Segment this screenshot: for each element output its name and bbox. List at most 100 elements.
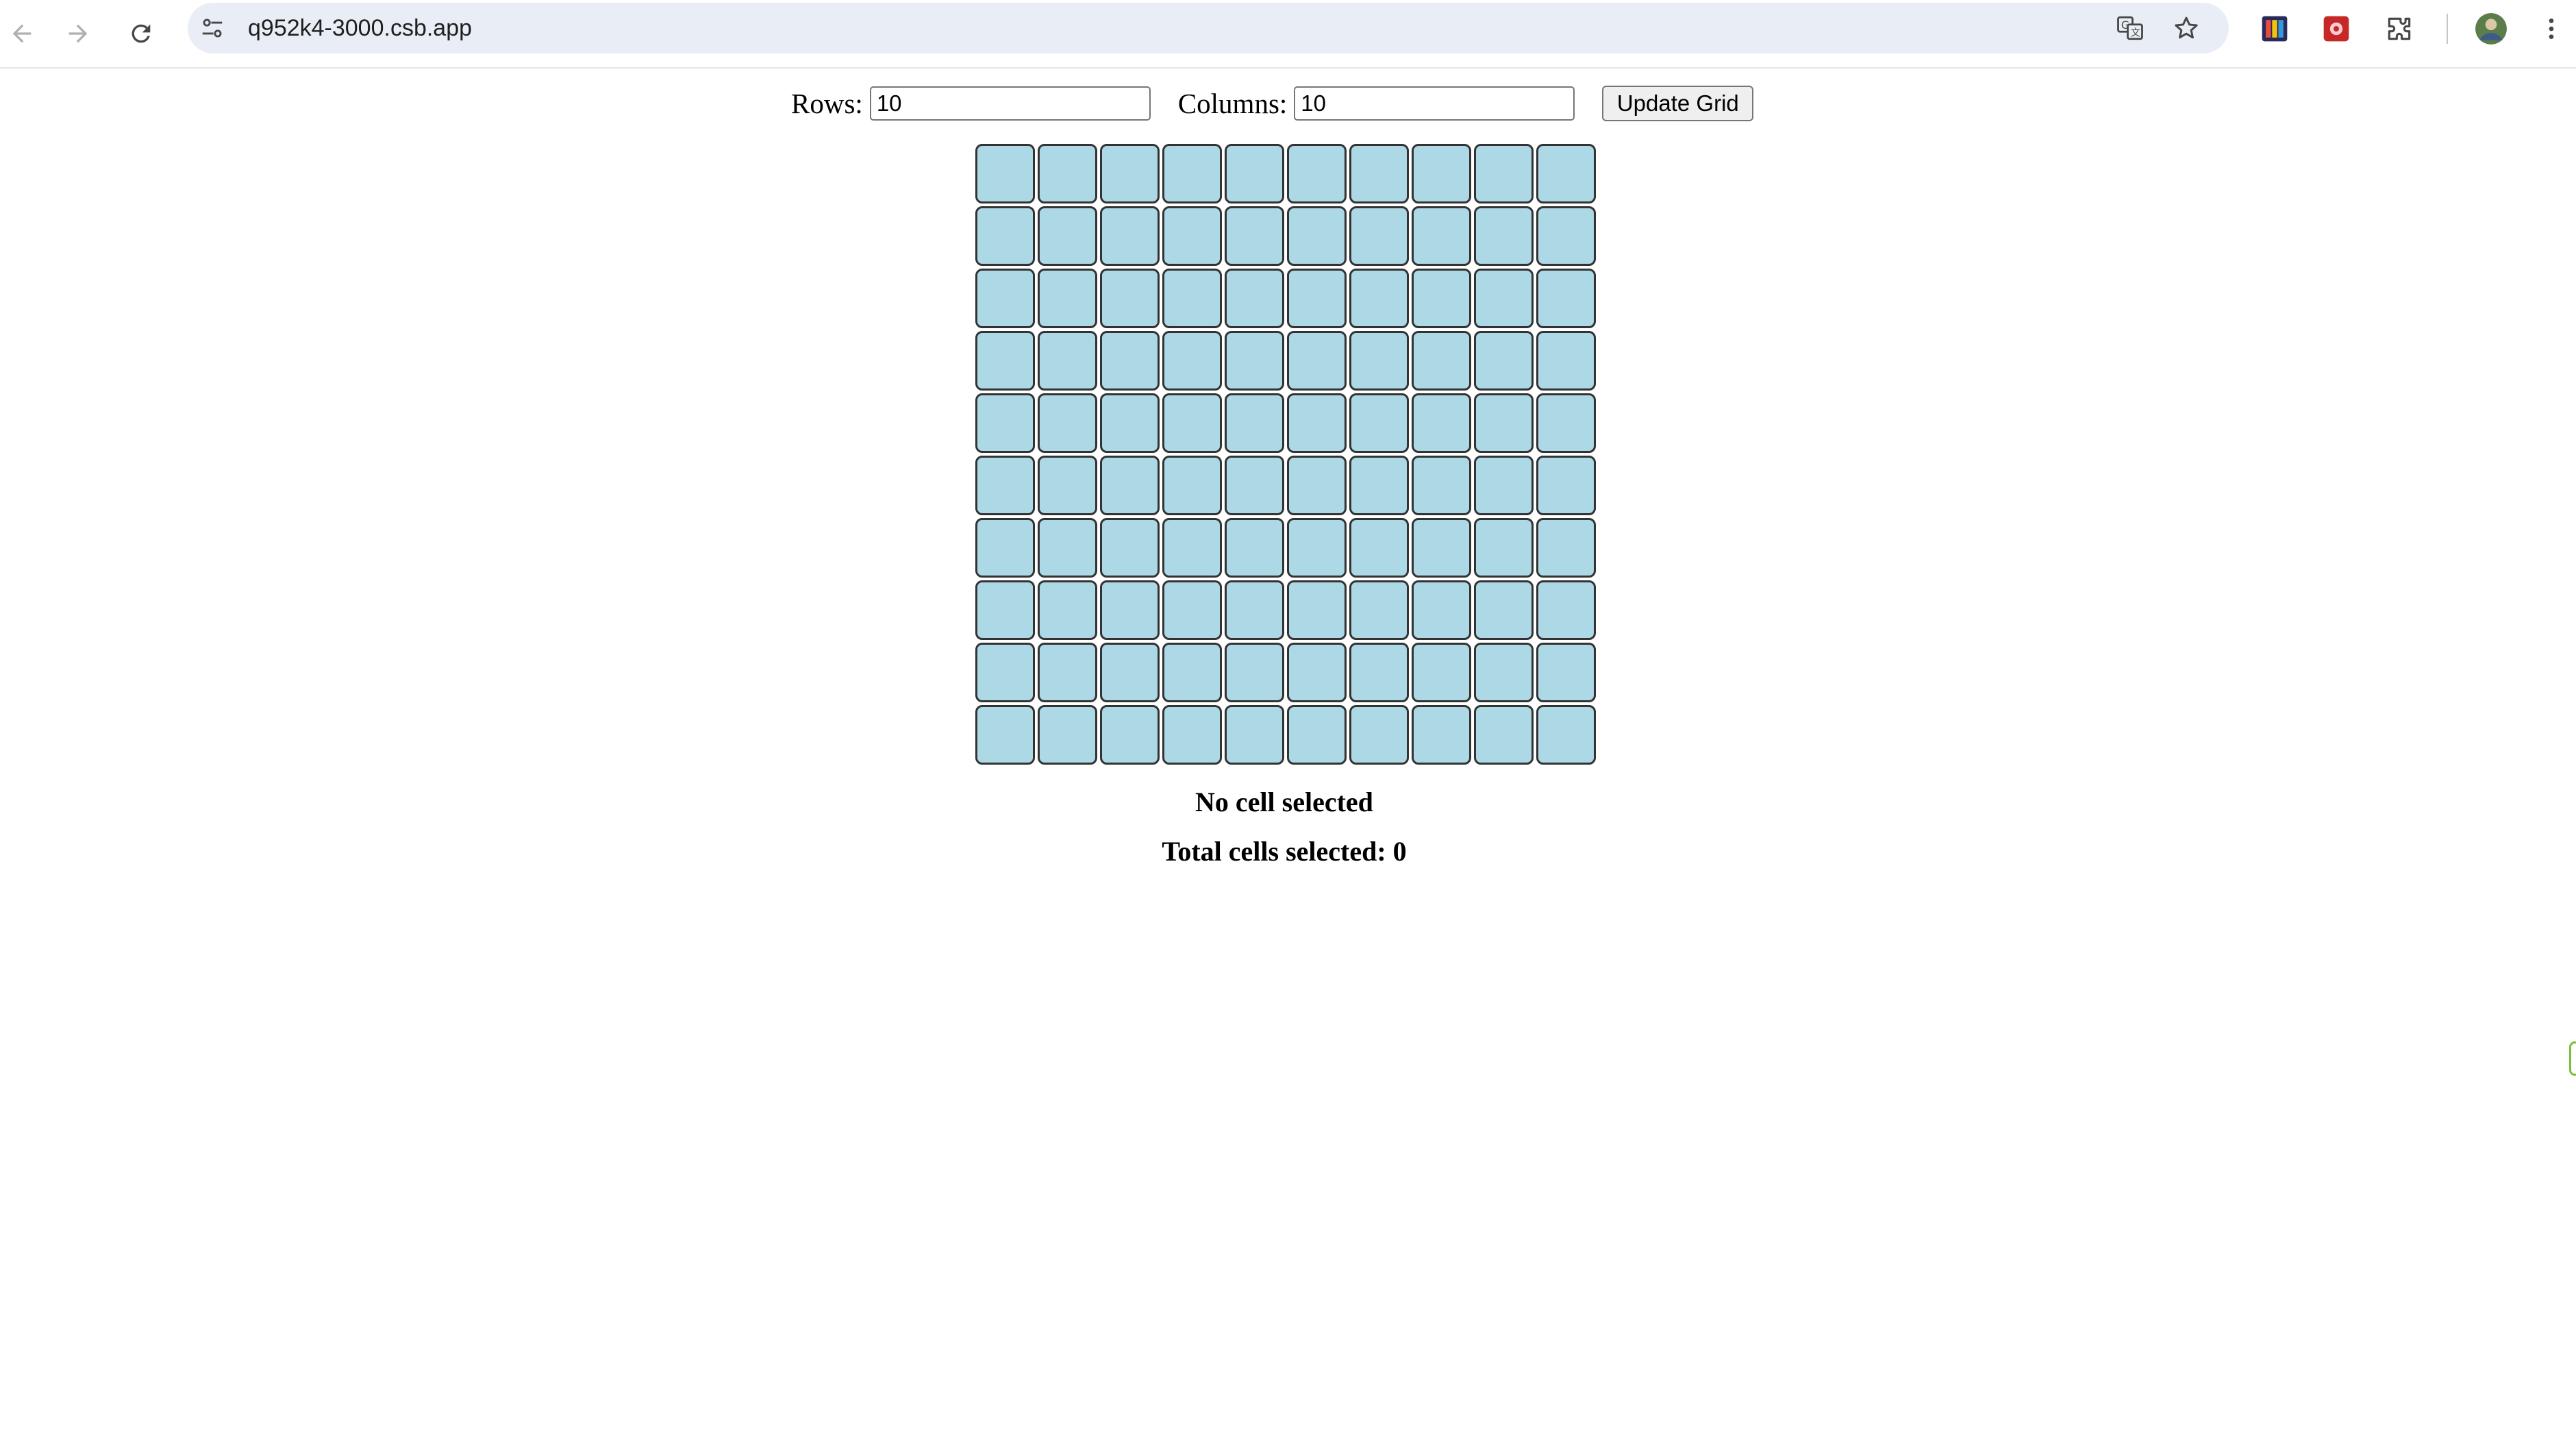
grid-cell[interactable] xyxy=(1038,643,1097,702)
grid-cell[interactable] xyxy=(1412,206,1471,266)
grid-cell[interactable] xyxy=(1225,393,1284,453)
grid-cell[interactable] xyxy=(1162,518,1222,578)
grid-cell[interactable] xyxy=(1412,705,1471,765)
grid-cell[interactable] xyxy=(1349,705,1409,765)
grid-cell[interactable] xyxy=(1474,144,1534,203)
site-info-button[interactable] xyxy=(196,12,229,45)
grid-cell[interactable] xyxy=(1162,643,1222,702)
grid-cell[interactable] xyxy=(1349,331,1409,391)
grid-cell[interactable] xyxy=(1100,643,1160,702)
grid-cell[interactable] xyxy=(1038,144,1097,203)
bookmark-star-button[interactable] xyxy=(2170,12,2203,45)
grid-cell[interactable] xyxy=(1225,206,1284,266)
grid-cell[interactable] xyxy=(1225,643,1284,702)
grid-cell[interactable] xyxy=(1474,705,1534,765)
grid-cell[interactable] xyxy=(975,705,1035,765)
grid-cell[interactable] xyxy=(1287,518,1347,578)
grid-cell[interactable] xyxy=(1100,393,1160,453)
grid-cell[interactable] xyxy=(1349,144,1409,203)
grid-cell[interactable] xyxy=(1038,580,1097,640)
grid-cell[interactable] xyxy=(1038,393,1097,453)
grid-cell[interactable] xyxy=(1038,456,1097,515)
grid-cell[interactable] xyxy=(1162,456,1222,515)
grid-cell[interactable] xyxy=(1287,206,1347,266)
grid-cell[interactable] xyxy=(1536,456,1596,515)
grid-cell[interactable] xyxy=(1474,393,1534,453)
grid-cell[interactable] xyxy=(1474,456,1534,515)
grid-cell[interactable] xyxy=(975,643,1035,702)
back-button[interactable] xyxy=(0,12,44,55)
grid-cell[interactable] xyxy=(1536,144,1596,203)
grid-cell[interactable] xyxy=(1349,206,1409,266)
grid-cell[interactable] xyxy=(1474,331,1534,391)
extension-button-2[interactable] xyxy=(2319,12,2353,46)
grid-cell[interactable] xyxy=(1474,269,1534,328)
grid-cell[interactable] xyxy=(1536,705,1596,765)
chrome-menu-button[interactable] xyxy=(2534,12,2568,46)
columns-input[interactable] xyxy=(1294,86,1575,121)
grid-cell[interactable] xyxy=(1536,643,1596,702)
extensions-menu-button[interactable] xyxy=(2382,12,2416,46)
grid-cell[interactable] xyxy=(1536,269,1596,328)
grid-cell[interactable] xyxy=(1412,456,1471,515)
grid-cell[interactable] xyxy=(1162,269,1222,328)
grid-cell[interactable] xyxy=(1100,269,1160,328)
grid-cell[interactable] xyxy=(975,518,1035,578)
grid-cell[interactable] xyxy=(1412,643,1471,702)
grid-cell[interactable] xyxy=(1287,705,1347,765)
grid-cell[interactable] xyxy=(1412,331,1471,391)
grid-cell[interactable] xyxy=(1038,331,1097,391)
translate-button[interactable]: G 文 xyxy=(2114,12,2147,45)
grid-cell[interactable] xyxy=(975,393,1035,453)
grid-cell[interactable] xyxy=(1162,705,1222,765)
grid-cell[interactable] xyxy=(975,331,1035,391)
side-panel-tab[interactable] xyxy=(2569,1041,2576,1076)
grid-cell[interactable] xyxy=(1100,144,1160,203)
grid-cell[interactable] xyxy=(1100,331,1160,391)
grid-cell[interactable] xyxy=(1162,580,1222,640)
grid-cell[interactable] xyxy=(1225,705,1284,765)
grid-cell[interactable] xyxy=(1038,518,1097,578)
grid-cell[interactable] xyxy=(975,269,1035,328)
grid-cell[interactable] xyxy=(1349,518,1409,578)
grid-cell[interactable] xyxy=(1225,456,1284,515)
grid-cell[interactable] xyxy=(1287,331,1347,391)
grid-cell[interactable] xyxy=(1038,206,1097,266)
grid-cell[interactable] xyxy=(1349,643,1409,702)
grid-cell[interactable] xyxy=(1412,269,1471,328)
grid-cell[interactable] xyxy=(1100,705,1160,765)
grid-cell[interactable] xyxy=(1287,456,1347,515)
grid-cell[interactable] xyxy=(1162,206,1222,266)
grid-cell[interactable] xyxy=(1474,206,1534,266)
grid-cell[interactable] xyxy=(1038,269,1097,328)
grid-cell[interactable] xyxy=(1100,206,1160,266)
grid-cell[interactable] xyxy=(975,580,1035,640)
grid-cell[interactable] xyxy=(1225,331,1284,391)
grid-cell[interactable] xyxy=(1287,144,1347,203)
grid-cell[interactable] xyxy=(1536,206,1596,266)
grid-cell[interactable] xyxy=(1412,144,1471,203)
url-text[interactable]: q952k4-3000.csb.app xyxy=(248,15,472,42)
address-bar[interactable]: q952k4-3000.csb.app G 文 xyxy=(188,3,2229,53)
grid-cell[interactable] xyxy=(1536,518,1596,578)
grid-cell[interactable] xyxy=(1225,518,1284,578)
grid-cell[interactable] xyxy=(1412,393,1471,453)
grid-cell[interactable] xyxy=(1474,580,1534,640)
grid-cell[interactable] xyxy=(1225,144,1284,203)
grid-cell[interactable] xyxy=(1100,456,1160,515)
reload-button[interactable] xyxy=(119,12,163,55)
grid-cell[interactable] xyxy=(1536,393,1596,453)
grid-cell[interactable] xyxy=(1287,269,1347,328)
grid-cell[interactable] xyxy=(1100,580,1160,640)
grid-cell[interactable] xyxy=(1349,393,1409,453)
grid-cell[interactable] xyxy=(1412,518,1471,578)
grid-cell[interactable] xyxy=(975,456,1035,515)
grid-cell[interactable] xyxy=(1162,144,1222,203)
profile-avatar[interactable] xyxy=(2474,12,2508,46)
grid-cell[interactable] xyxy=(1287,393,1347,453)
grid-cell[interactable] xyxy=(975,144,1035,203)
grid-cell[interactable] xyxy=(1474,643,1534,702)
grid-cell[interactable] xyxy=(1349,580,1409,640)
grid-cell[interactable] xyxy=(975,206,1035,266)
update-grid-button[interactable]: Update Grid xyxy=(1602,86,1754,121)
